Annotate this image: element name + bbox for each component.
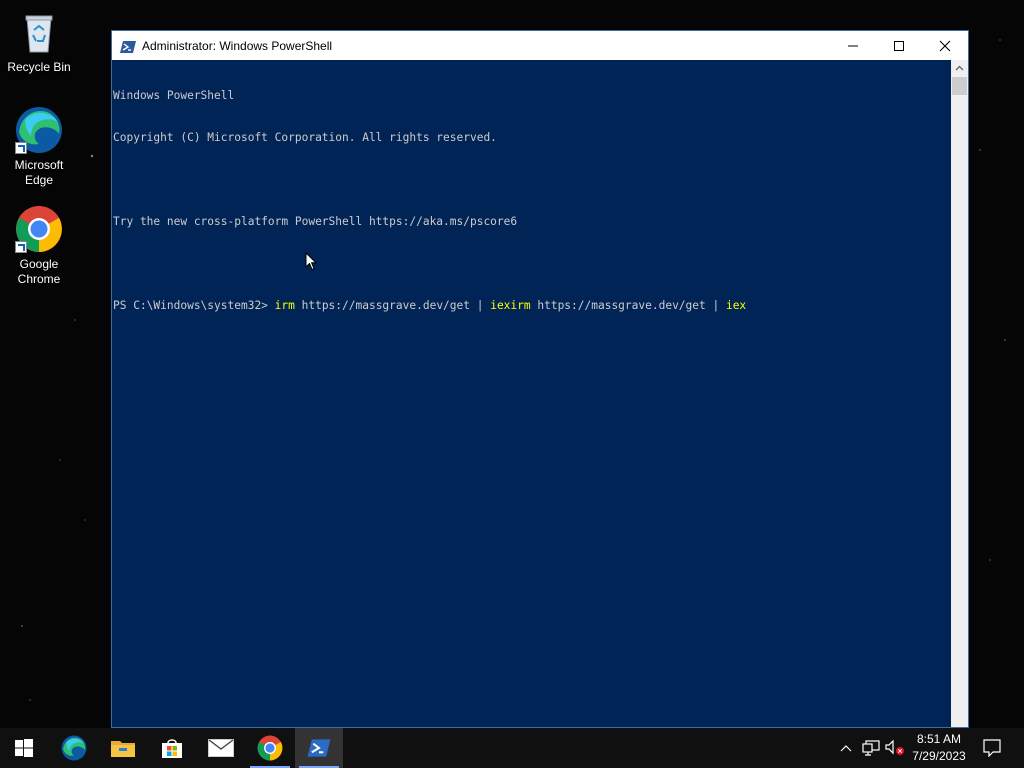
title-bar[interactable]: Administrator: Windows PowerShell [112,31,968,60]
vertical-scrollbar[interactable] [951,60,968,727]
console-line: Try the new cross-platform PowerShell ht… [113,215,518,228]
clock-time: 8:51 AM [916,732,962,746]
volume-button[interactable] [884,728,906,768]
file-explorer-icon [111,741,135,757]
console-output[interactable]: Windows PowerShell Copyright (C) Microso… [112,60,952,727]
action-center-icon [983,739,1001,757]
command-token: iex [725,299,747,312]
taskbar-store[interactable] [148,728,196,768]
taskbar-file-explorer[interactable] [99,728,147,768]
action-center-button[interactable] [976,728,1008,768]
desktop-icon-label: Recycle Bin [7,60,71,74]
console-line: Copyright (C) Microsoft Corporation. All… [113,131,497,144]
desktop-icon-chrome[interactable]: Google Chrome [1,205,77,287]
taskbar-edge[interactable] [50,728,98,768]
powershell-window[interactable]: Administrator: Windows PowerShell Window… [111,30,969,728]
window-title: Administrator: Windows PowerShell [142,38,333,53]
taskbar-clock[interactable]: 8:51 AM 7/29/2023 [906,728,972,768]
taskbar-powershell[interactable] [295,728,343,768]
chevron-up-icon [955,65,964,71]
network-icon [862,740,880,756]
close-button[interactable] [922,31,968,60]
shortcut-arrow-icon [15,142,27,154]
taskbar-mail[interactable] [197,728,245,768]
command-token: iexirm [490,299,531,312]
console-command-line[interactable]: PS C:\Windows\system32> irm https://mass… [113,299,952,313]
minimize-button[interactable] [830,31,876,60]
recycle-bin-icon [15,8,63,56]
mouse-cursor-icon [305,251,318,275]
taskbar-chrome[interactable] [246,728,294,768]
chrome-icon [15,205,63,253]
console-prompt: PS C:\Windows\system32> [113,299,275,312]
volume-muted-icon [885,740,904,755]
network-button[interactable] [860,728,882,768]
desktop-icon-label: Google Chrome [17,257,61,286]
taskbar: 8:51 AM 7/29/2023 [0,728,1024,768]
command-token: irm [274,299,295,312]
command-token: https://massgrave.dev/get | [530,299,726,312]
scrollbar-thumb[interactable] [952,77,967,95]
clock-date: 7/29/2023 [912,749,966,763]
scroll-up-button[interactable] [951,60,968,77]
close-icon [939,40,951,51]
maximize-icon [894,40,904,51]
maximize-button[interactable] [876,31,922,60]
powershell-icon [120,39,136,53]
edge-icon [61,735,87,761]
show-hidden-icons-button[interactable] [836,728,856,768]
powershell-icon [307,739,331,757]
minimize-icon [848,45,858,46]
edge-icon [15,106,63,154]
shortcut-arrow-icon [15,241,27,253]
command-token: https://massgrave.dev/get | [294,299,491,312]
console-line: Windows PowerShell [113,89,235,102]
chrome-icon [257,735,283,761]
store-icon [162,739,182,758]
desktop-icon-recycle-bin[interactable]: Recycle Bin [1,8,77,75]
start-icon [15,739,33,757]
desktop-icon-label: Microsoft Edge [14,158,64,187]
chevron-up-icon [840,745,852,752]
start-button[interactable] [0,728,48,768]
mail-icon [208,739,234,757]
desktop-icon-edge[interactable]: Microsoft Edge [1,106,77,188]
